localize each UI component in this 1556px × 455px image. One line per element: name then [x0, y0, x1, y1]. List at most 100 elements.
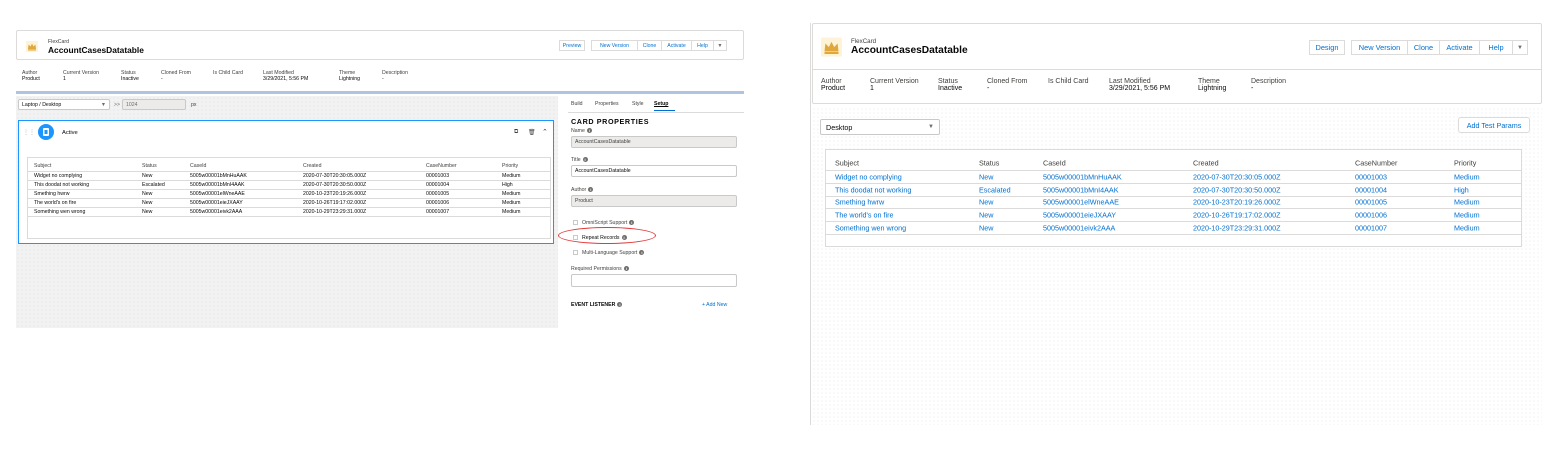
title-field[interactable]: AccountCasesDatatable [571, 165, 737, 177]
header-button-group-1: Preview [559, 40, 585, 51]
column-header[interactable]: CaseId [190, 163, 206, 169]
table-cell: 2020-07-30T20:30:05.000Z [1193, 172, 1281, 182]
arrows-label: >> [114, 102, 121, 108]
author-field[interactable]: Product [571, 195, 737, 207]
header-accent-bar [16, 91, 744, 94]
table-cell: 2020-10-23T20:19:26.000Z [303, 191, 367, 197]
multilang-checkbox[interactable] [573, 250, 578, 255]
table-cell: Something wen wrong [34, 209, 86, 215]
column-header[interactable]: Created [1193, 158, 1219, 167]
table-cell: New [979, 197, 994, 207]
column-header[interactable]: Subject [835, 158, 859, 167]
page-title: AccountCasesDatatable [851, 45, 968, 56]
metadata-row: Author Product Current Version 1 Status Ina… [22, 70, 422, 82]
add-test-params-button[interactable]: Add Test Params [1458, 117, 1530, 133]
trash-icon[interactable]: 🗑 [528, 129, 536, 136]
table-cell: 5005w00001bMnI4AAK [1043, 185, 1119, 195]
state-label: Active [62, 130, 78, 136]
table-cell: 5005w00001eivk2AAA [1043, 223, 1116, 233]
table-cell: 5005w00001eivk2AAA [190, 209, 243, 215]
panel-divider [810, 23, 811, 425]
preview-panel: FlexCard AccountCasesDatatable Design Ne… [810, 23, 1544, 425]
table-cell: 2020-07-30T20:30:50.000Z [303, 182, 367, 188]
more-actions-button[interactable]: ▼ [714, 40, 727, 51]
table-cell: Smething hwrw [34, 191, 70, 197]
table-header-row: Subject Status CaseId Created CaseNumber Prio… [28, 160, 550, 172]
table-row: The world's on fire New 5005w00001eieJXAAY… [826, 209, 1521, 223]
table-cell: 2020-10-26T19:17:02.000Z [1193, 210, 1281, 220]
table-row: Something wen wrong New 5005w00001eivk2AAA… [826, 222, 1521, 235]
width-input[interactable]: 1024 [122, 99, 186, 110]
name-label: Name i [571, 128, 592, 134]
table-cell: 00001007 [426, 209, 450, 215]
clone-button[interactable]: Clone [1408, 40, 1440, 55]
header-button-group-2: New Version Clone Activate Help ▼ [1351, 40, 1528, 55]
meta-theme: Theme Lightning [1198, 78, 1227, 92]
activate-button[interactable]: Activate [662, 40, 692, 51]
meta-theme: Theme Lightning [339, 70, 361, 82]
table-header-row: Subject Status CaseId Created CaseNumber Prio… [826, 155, 1521, 171]
table-cell: Something wen wrong [835, 223, 907, 233]
table-cell: 5005w00001eieJXAAY [1043, 210, 1116, 220]
section-title: CARD PROPERTIES [571, 117, 650, 126]
tab-properties[interactable]: Properties [595, 101, 619, 107]
drag-handle-icon[interactable]: ⋮⋮ [23, 129, 35, 136]
permissions-field[interactable] [571, 274, 737, 287]
table-cell: 2020-10-29T23:29:31.000Z [1193, 223, 1281, 233]
info-icon: i [586, 128, 592, 134]
name-field[interactable]: AccountCasesDatatable [571, 136, 737, 148]
column-header[interactable]: Created [303, 163, 321, 169]
help-button[interactable]: Help [1480, 40, 1513, 55]
table-cell: 00001003 [1355, 172, 1387, 182]
table-cell: Medium [502, 209, 521, 215]
table-cell: New [979, 172, 994, 182]
table-cell: 2020-07-30T20:30:50.000Z [1193, 185, 1281, 195]
state-icon [38, 124, 54, 140]
new-version-button[interactable]: New Version [591, 40, 638, 51]
column-header[interactable]: Subject [34, 163, 51, 169]
tab-build[interactable]: Build [571, 101, 583, 107]
column-header[interactable]: Priority [1454, 158, 1476, 167]
title-label: Title i [571, 157, 588, 163]
chevron-down-icon: ▼ [100, 101, 106, 108]
table-cell: 5005w00001elWneAAE [1043, 197, 1119, 207]
table-cell: Medium [1454, 223, 1480, 233]
omniscript-checkbox[interactable] [573, 220, 578, 225]
column-header[interactable]: CaseNumber [426, 163, 457, 169]
preview-canvas: Desktop ▼ Add Test Params Subject Status Ca… [812, 107, 1542, 425]
table-row: Smething hwrw New 5005w00001elWneAAE 2020-1… [28, 190, 550, 199]
column-header[interactable]: CaseNumber [1355, 158, 1397, 167]
column-header[interactable]: Status [979, 158, 999, 167]
clone-button[interactable]: Clone [638, 40, 662, 51]
preview-button[interactable]: Preview [559, 40, 585, 51]
info-icon: i [582, 157, 588, 163]
highlight-oval [558, 227, 656, 244]
table-cell: 00001004 [426, 182, 450, 188]
card-container[interactable]: ⋮⋮ Active ⧉ 🗑 ⌃ Subject Status CaseId Creat… [18, 120, 554, 244]
copy-icon[interactable]: ⧉ [514, 129, 518, 136]
meta-status: Status Inactive [121, 70, 139, 82]
device-select[interactable]: Desktop ▼ [820, 119, 940, 135]
help-button[interactable]: Help [692, 40, 714, 51]
table-cell: Smething hwrw [835, 197, 885, 207]
tab-setup[interactable]: Setup [654, 101, 668, 107]
more-actions-button[interactable]: ▼ [1513, 40, 1528, 55]
chevron-up-icon[interactable]: ⌃ [542, 128, 548, 136]
tab-style[interactable]: Style [632, 101, 644, 107]
column-header[interactable]: Priority [502, 163, 518, 169]
new-version-button[interactable]: New Version [1351, 40, 1408, 55]
table-cell: The world's on fire [34, 200, 77, 206]
add-new-link[interactable]: + Add New [702, 302, 727, 308]
design-button[interactable]: Design [1309, 40, 1345, 55]
device-select[interactable]: Laptop / Desktop ▼ [18, 99, 110, 110]
table-cell: 5005w00001eieJXAAY [190, 200, 243, 206]
meta-current-version: Current Version 1 [63, 70, 100, 82]
column-header[interactable]: CaseId [1043, 158, 1066, 167]
activate-button[interactable]: Activate [1440, 40, 1480, 55]
column-header[interactable]: Status [142, 163, 157, 169]
table-row: Smething hwrw New 5005w00001elWneAAE 2020-1… [826, 197, 1521, 210]
design-canvas[interactable]: Laptop / Desktop ▼ >> 1024 px ⋮⋮ Active ⧉… [16, 96, 558, 328]
author-label: Author i [571, 187, 594, 193]
chevron-down-icon: ▼ [928, 124, 934, 130]
table-row: This doodat not working Escalated 5005w000… [826, 184, 1521, 197]
